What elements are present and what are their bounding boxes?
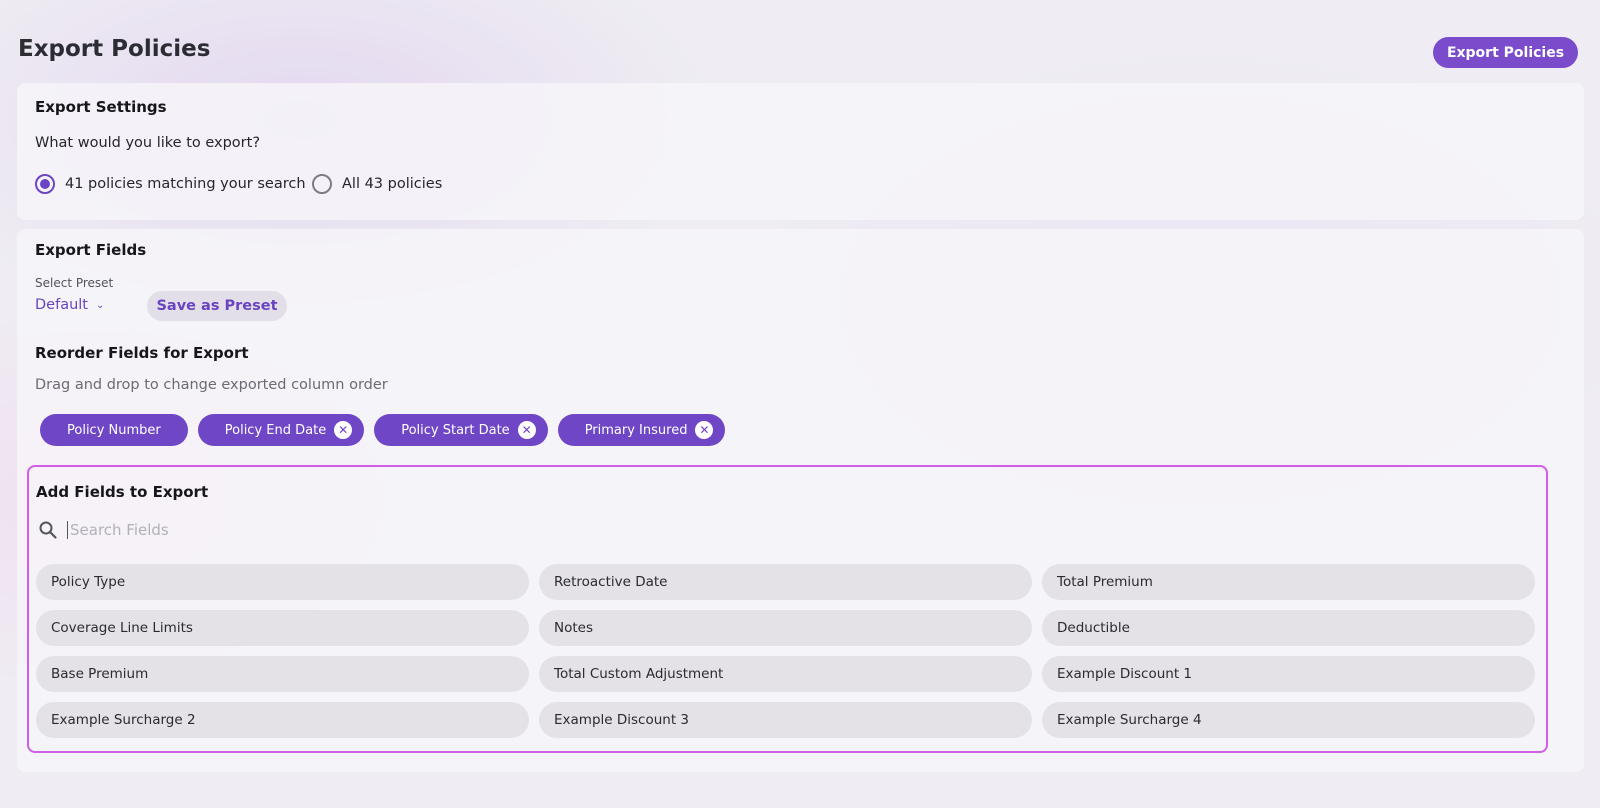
field-option[interactable]: Example Surcharge 4 [1042, 702, 1535, 738]
preset-label: Select Preset [35, 276, 114, 290]
field-option[interactable]: Example Surcharge 2 [36, 702, 529, 738]
close-icon[interactable]: ✕ [517, 421, 536, 439]
add-fields-title: Add Fields to Export [36, 483, 209, 501]
export-fields-title: Export Fields [35, 241, 147, 259]
close-icon[interactable]: ✕ [334, 421, 353, 439]
field-option[interactable]: Deductible [1042, 610, 1535, 646]
search-icon [39, 521, 57, 539]
selected-field-chip[interactable]: Primary Insured ✕ [557, 414, 726, 446]
field-option[interactable]: Coverage Line Limits [36, 610, 529, 646]
chip-label: Policy Number [67, 422, 161, 438]
field-option[interactable]: Total Custom Adjustment [539, 656, 1032, 692]
close-icon[interactable]: ✕ [695, 421, 714, 439]
available-fields-grid: Policy Type Retroactive Date Total Premi… [36, 564, 1535, 738]
radio-option-all[interactable]: All 43 policies [312, 174, 442, 194]
radio-button-all[interactable] [312, 174, 332, 194]
field-option[interactable]: Example Discount 1 [1042, 656, 1535, 692]
search-field-row [39, 521, 467, 539]
reorder-hint: Drag and drop to change exported column … [35, 377, 388, 393]
export-question: What would you like to export? [35, 135, 261, 151]
selected-fields-list: Policy Number Policy End Date ✕ Policy S… [40, 414, 726, 446]
export-fields-card: Export Fields Select Preset Default ⌄ Sa… [17, 229, 1584, 772]
chip-label: Policy End Date [224, 422, 327, 438]
export-settings-card: Export Settings What would you like to e… [17, 83, 1584, 220]
chip-label: Policy Start Date [401, 422, 510, 438]
add-fields-panel: Add Fields to Export Policy Type Retroac… [27, 465, 1548, 753]
radio-label-matching: 41 policies matching your search [65, 176, 306, 192]
field-option[interactable]: Retroactive Date [539, 564, 1032, 600]
export-settings-title: Export Settings [35, 98, 167, 116]
export-policies-button[interactable]: Export Policies [1433, 37, 1578, 68]
selected-field-chip[interactable]: Policy Number [40, 414, 188, 446]
save-as-preset-button[interactable]: Save as Preset [147, 291, 287, 321]
chevron-down-icon: ⌄ [95, 299, 105, 311]
selected-field-chip[interactable]: Policy End Date ✕ [197, 414, 365, 446]
field-option[interactable]: Total Premium [1042, 564, 1535, 600]
field-option[interactable]: Policy Type [36, 564, 529, 600]
radio-button-matching[interactable] [35, 174, 55, 194]
search-fields-input[interactable] [67, 521, 467, 539]
field-option[interactable]: Notes [539, 610, 1032, 646]
field-option[interactable]: Example Discount 3 [539, 702, 1032, 738]
page-title: Export Policies [18, 36, 211, 62]
selected-field-chip[interactable]: Policy Start Date ✕ [374, 414, 548, 446]
field-option[interactable]: Base Premium [36, 656, 529, 692]
preset-value: Default [35, 297, 88, 313]
radio-label-all: All 43 policies [342, 176, 443, 192]
chip-label: Primary Insured [584, 422, 688, 438]
radio-option-matching[interactable]: 41 policies matching your search [35, 174, 306, 194]
reorder-title: Reorder Fields for Export [35, 344, 249, 362]
preset-select[interactable]: Default ⌄ [35, 297, 104, 313]
